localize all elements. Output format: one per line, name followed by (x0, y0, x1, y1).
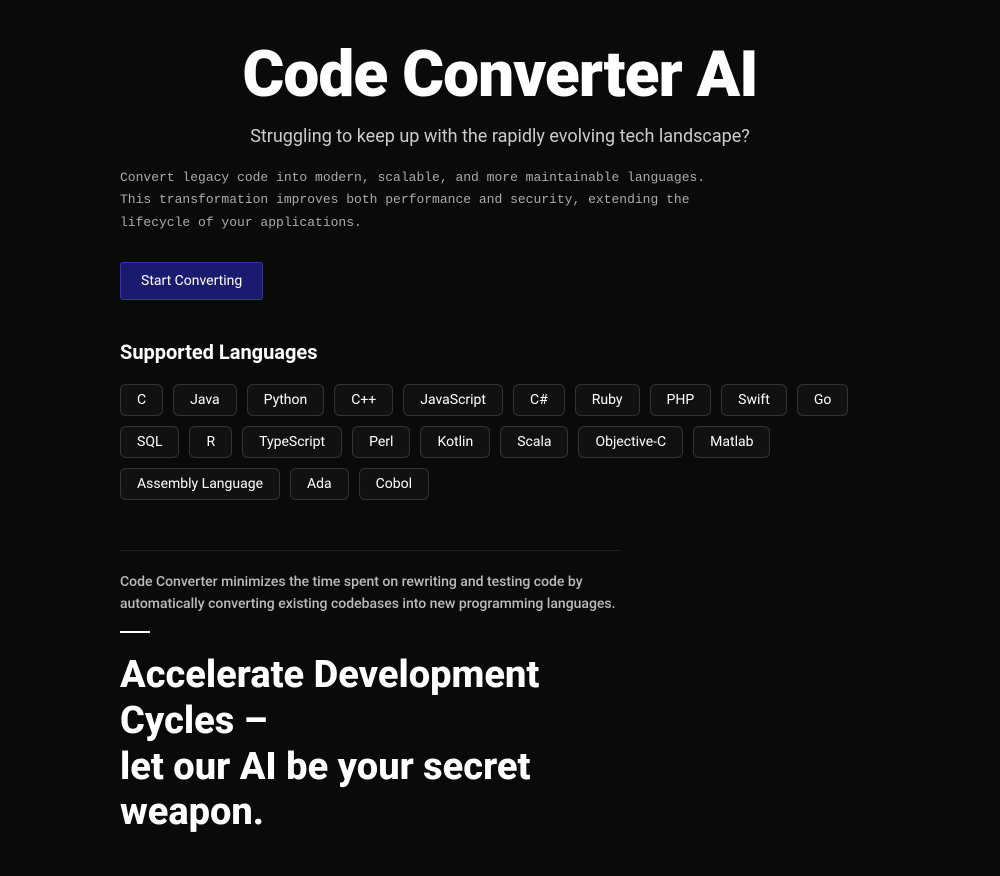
language-tag[interactable]: Swift (721, 384, 787, 416)
language-tag[interactable]: C# (513, 384, 565, 416)
info-section: Code Converter minimizes the time spent … (120, 550, 620, 836)
language-tag[interactable]: C (120, 384, 163, 416)
info-divider (120, 631, 150, 633)
language-tag[interactable]: SQL (120, 426, 179, 458)
language-tag[interactable]: Python (247, 384, 325, 416)
language-tag[interactable]: PHP (650, 384, 712, 416)
language-tag[interactable]: Ada (290, 468, 349, 500)
language-tag[interactable]: Cobol (359, 468, 429, 500)
accelerate-line2: let our AI be your secret weapon. (120, 745, 530, 835)
language-tag[interactable]: R (189, 426, 232, 458)
language-tag[interactable]: Java (173, 384, 237, 416)
hero-description: Convert legacy code into modern, scalabl… (120, 167, 720, 233)
language-tag[interactable]: Perl (352, 426, 410, 458)
language-tag[interactable]: Ruby (575, 384, 640, 416)
language-tag[interactable]: TypeScript (242, 426, 342, 458)
language-tag[interactable]: Objective-C (578, 426, 683, 458)
language-tag[interactable]: Matlab (693, 426, 770, 458)
language-tag[interactable]: Scala (500, 426, 568, 458)
page-title: Code Converter AI (120, 40, 880, 110)
start-converting-button[interactable]: Start Converting (120, 262, 263, 300)
accelerate-title: Accelerate Development Cycles – let our … (120, 653, 620, 835)
language-tag[interactable]: Go (797, 384, 849, 416)
language-tag[interactable]: JavaScript (403, 384, 503, 416)
accelerate-line1: Accelerate Development Cycles – (120, 653, 539, 743)
language-tag[interactable]: C++ (334, 384, 393, 416)
supported-languages-heading: Supported Languages (120, 340, 880, 364)
info-text: Code Converter minimizes the time spent … (120, 571, 620, 616)
language-tags-container: C Java Python C++ JavaScript C# Ruby PHP Swift Go… (120, 384, 880, 500)
language-tag[interactable]: Assembly Language (120, 468, 280, 500)
language-tag[interactable]: Kotlin (420, 426, 490, 458)
hero-subtitle: Struggling to keep up with the rapidly e… (120, 126, 880, 147)
